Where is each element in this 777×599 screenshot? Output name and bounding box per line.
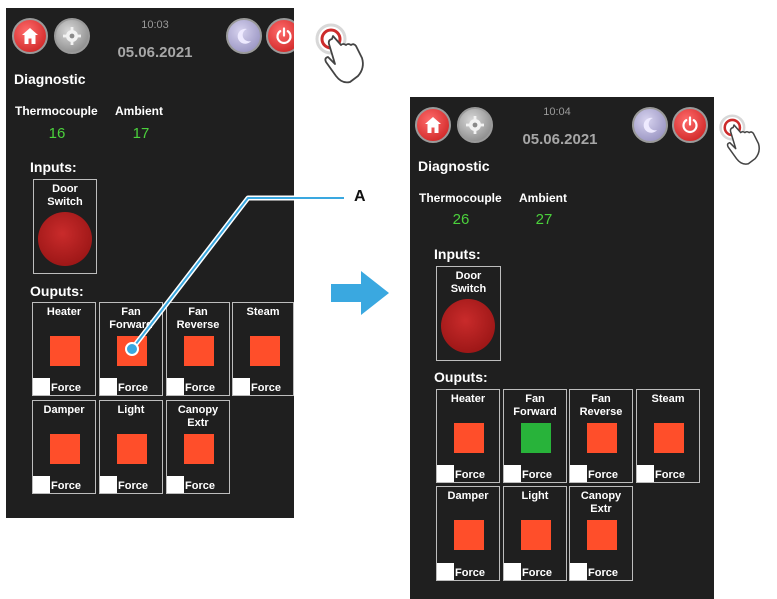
force-checkbox[interactable] bbox=[437, 563, 454, 580]
input-label: Door Switch bbox=[437, 270, 500, 296]
output-label: Light bbox=[504, 490, 566, 503]
settings-button[interactable] bbox=[457, 107, 493, 143]
output-indicator bbox=[654, 423, 684, 453]
touch-hand-icon bbox=[315, 23, 364, 84]
output-indicator bbox=[454, 423, 484, 453]
output-indicator bbox=[521, 423, 551, 453]
force-checkbox[interactable] bbox=[504, 563, 521, 580]
force-label: Force bbox=[588, 469, 618, 481]
output-canopy-extr[interactable]: Canopy Extr Force bbox=[569, 486, 633, 581]
output-label-line1: Fan bbox=[525, 393, 545, 405]
force-label: Force bbox=[588, 567, 618, 579]
sensor-label-ambient: Ambient bbox=[519, 191, 567, 205]
output-label-line2: Forward bbox=[513, 406, 557, 418]
output-label-line2: Reverse bbox=[579, 406, 623, 418]
input-label-line1: Door bbox=[455, 270, 482, 282]
gear-icon bbox=[466, 116, 484, 134]
page-title: Diagnostic bbox=[418, 158, 490, 174]
home-icon bbox=[425, 117, 441, 133]
output-label-line1: Fan bbox=[591, 393, 611, 405]
force-checkbox[interactable] bbox=[437, 465, 454, 482]
callout-label: A bbox=[354, 188, 366, 205]
output-indicator bbox=[521, 520, 551, 550]
input-label-line2: Switch bbox=[450, 283, 487, 295]
output-label-line2: Extr bbox=[590, 503, 612, 515]
output-steam[interactable]: Steam Force bbox=[636, 389, 700, 483]
force-label: Force bbox=[655, 469, 685, 481]
home-button[interactable] bbox=[415, 107, 451, 143]
sensor-value-ambient: 27 bbox=[535, 211, 553, 228]
output-indicator bbox=[454, 520, 484, 550]
output-fan-reverse[interactable]: Fan Reverse Force bbox=[569, 389, 633, 483]
output-label-line1: Canopy bbox=[580, 490, 622, 502]
sensor-label-thermocouple: Thermocouple bbox=[419, 191, 502, 205]
touch-hand-icon bbox=[719, 114, 760, 165]
output-label-line1: Damper bbox=[447, 490, 489, 502]
output-label: Damper bbox=[437, 490, 499, 503]
force-checkbox[interactable] bbox=[570, 465, 587, 482]
output-damper[interactable]: Damper Force bbox=[436, 486, 500, 581]
force-checkbox[interactable] bbox=[504, 465, 521, 482]
clock-time: 10:04 bbox=[543, 106, 571, 118]
output-light[interactable]: Light Force bbox=[503, 486, 567, 581]
output-label-line1: Heater bbox=[450, 393, 486, 405]
moon-icon bbox=[643, 117, 657, 133]
diagnostic-screen-after: 10:04 05.06.2021 Diagnostic Thermocouple… bbox=[410, 97, 714, 599]
clock-date: 05.06.2021 bbox=[522, 131, 598, 148]
door-switch-indicator bbox=[441, 299, 495, 353]
input-door-switch: Door Switch bbox=[436, 266, 501, 361]
outputs-title: Ouputs: bbox=[434, 369, 488, 385]
standby-button[interactable] bbox=[632, 107, 668, 143]
sensor-value-thermocouple: 26 bbox=[452, 211, 470, 228]
force-label: Force bbox=[522, 469, 552, 481]
output-label: Heater bbox=[437, 393, 499, 406]
output-heater[interactable]: Heater Force bbox=[436, 389, 500, 483]
output-indicator bbox=[587, 520, 617, 550]
output-fan-forward[interactable]: Fan Forward Force bbox=[503, 389, 567, 483]
output-label-line1: Steam bbox=[651, 393, 685, 405]
output-indicator bbox=[587, 423, 617, 453]
inputs-title: Inputs: bbox=[434, 246, 481, 262]
force-label: Force bbox=[522, 567, 552, 579]
output-label: Steam bbox=[637, 393, 699, 406]
force-checkbox[interactable] bbox=[570, 563, 587, 580]
force-checkbox[interactable] bbox=[637, 465, 654, 482]
output-label-line1: Light bbox=[521, 490, 549, 502]
output-label: Fan Reverse bbox=[570, 393, 632, 419]
force-label: Force bbox=[455, 469, 485, 481]
arrow-right-icon bbox=[331, 271, 389, 315]
power-button[interactable] bbox=[672, 107, 708, 143]
force-label: Force bbox=[455, 567, 485, 579]
output-label: Canopy Extr bbox=[570, 490, 632, 516]
output-label: Fan Forward bbox=[504, 393, 566, 419]
power-icon bbox=[682, 116, 698, 134]
